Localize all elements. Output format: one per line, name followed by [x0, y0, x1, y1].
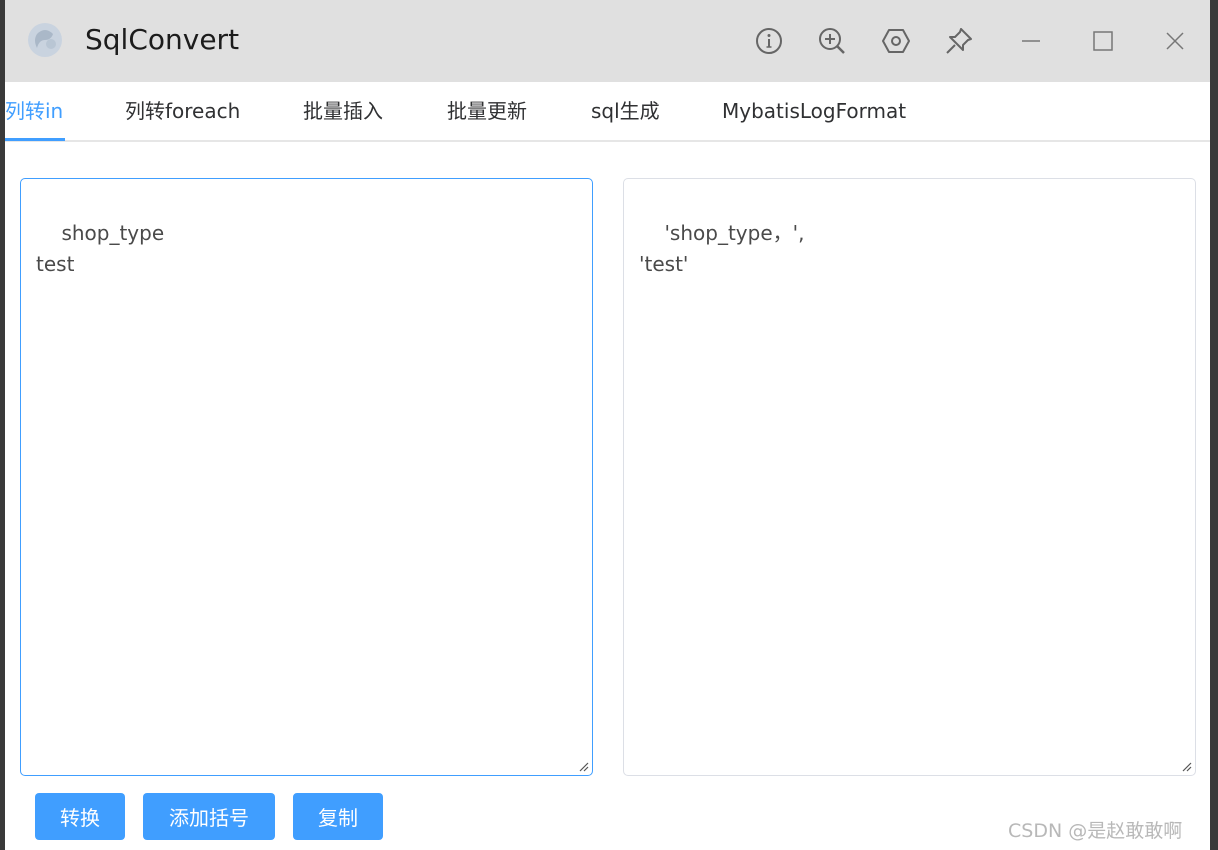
tab-column-to-in[interactable]: 列转in — [5, 98, 63, 124]
watermark: CSDN @是赵敢敢啊 — [1008, 820, 1183, 842]
info-button[interactable] — [749, 21, 789, 61]
settings-icon — [882, 29, 910, 53]
input-text: shop_type test — [36, 221, 165, 276]
resize-grip-icon[interactable] — [1180, 760, 1192, 772]
pin-icon — [946, 28, 972, 54]
active-tab-indicator — [5, 138, 65, 141]
output-text: 'shop_type，', 'test' — [639, 221, 805, 276]
app-title: SqlConvert — [85, 23, 240, 56]
input-textarea[interactable]: shop_type test — [20, 178, 593, 776]
info-icon — [756, 28, 782, 54]
close-button[interactable] — [1155, 21, 1195, 61]
zoom-button[interactable] — [812, 21, 852, 61]
maximize-button[interactable] — [1083, 21, 1123, 61]
tab-batch-update[interactable]: 批量更新 — [447, 98, 527, 124]
minimize-icon — [1022, 40, 1040, 42]
minimize-button[interactable] — [1011, 21, 1051, 61]
copy-button[interactable]: 复制 — [293, 793, 383, 840]
pin-button[interactable] — [939, 21, 979, 61]
tab-mybatis-log-format[interactable]: MybatisLogFormat — [722, 98, 906, 124]
convert-button[interactable]: 转换 — [35, 793, 125, 840]
add-parentheses-button[interactable]: 添加括号 — [143, 793, 275, 840]
tab-column-to-foreach[interactable]: 列转foreach — [125, 98, 240, 124]
tab-batch-insert[interactable]: 批量插入 — [303, 98, 383, 124]
title-bar[interactable]: SqlConvert — [5, 0, 1210, 82]
tab-bar: 列转in 列转foreach 批量插入 批量更新 sql生成 MybatisLo… — [5, 82, 1210, 142]
zoom-in-icon — [819, 28, 845, 54]
settings-button[interactable] — [876, 21, 916, 61]
app-logo-icon — [25, 20, 65, 60]
output-textarea[interactable]: 'shop_type，', 'test' — [623, 178, 1196, 776]
tab-sql-generate[interactable]: sql生成 — [591, 98, 660, 124]
app-window: SqlConvert 列转in 列转foreach 批量插入 批量更新 sql生… — [5, 0, 1210, 850]
close-icon — [1166, 32, 1184, 50]
maximize-icon — [1093, 31, 1113, 51]
resize-grip-icon[interactable] — [577, 760, 589, 772]
